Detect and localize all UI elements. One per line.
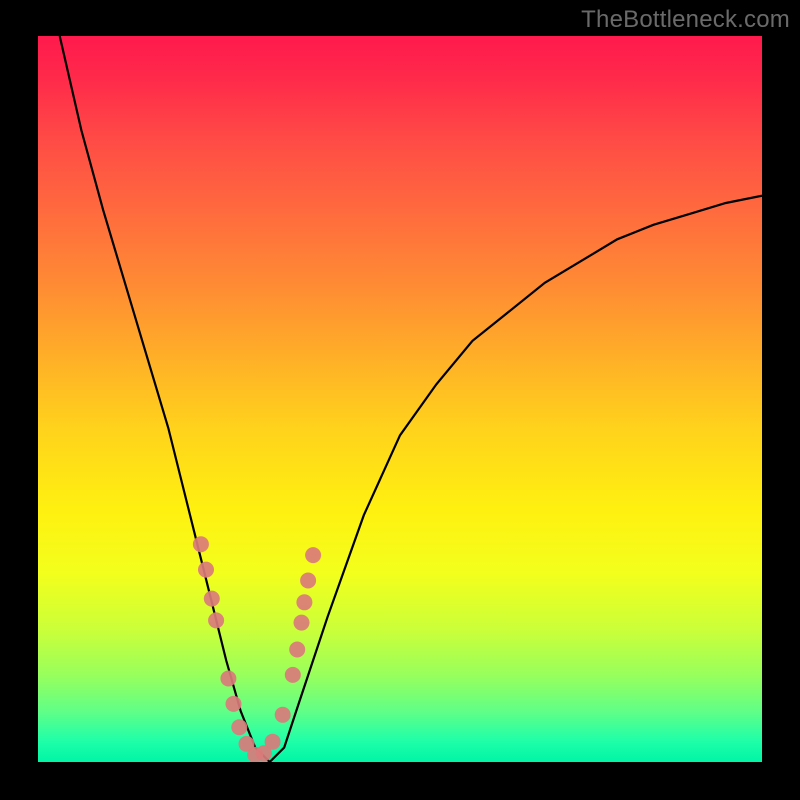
data-point (226, 696, 242, 712)
data-point (198, 562, 214, 578)
data-point (296, 594, 312, 610)
bottleneck-curve (38, 36, 762, 762)
data-point (294, 615, 310, 631)
data-point-markers (193, 536, 321, 762)
data-point (208, 612, 224, 628)
data-point (193, 536, 209, 552)
data-point (305, 547, 321, 563)
watermark-text: TheBottleneck.com (581, 6, 790, 34)
data-point (220, 671, 236, 687)
data-point (204, 591, 220, 607)
data-point (265, 734, 281, 750)
data-point (289, 642, 305, 658)
data-point (285, 667, 301, 683)
plot-area (38, 36, 762, 762)
data-point (275, 707, 291, 723)
data-point (300, 573, 316, 589)
data-point (231, 719, 247, 735)
chart-frame: TheBottleneck.com (0, 0, 800, 800)
